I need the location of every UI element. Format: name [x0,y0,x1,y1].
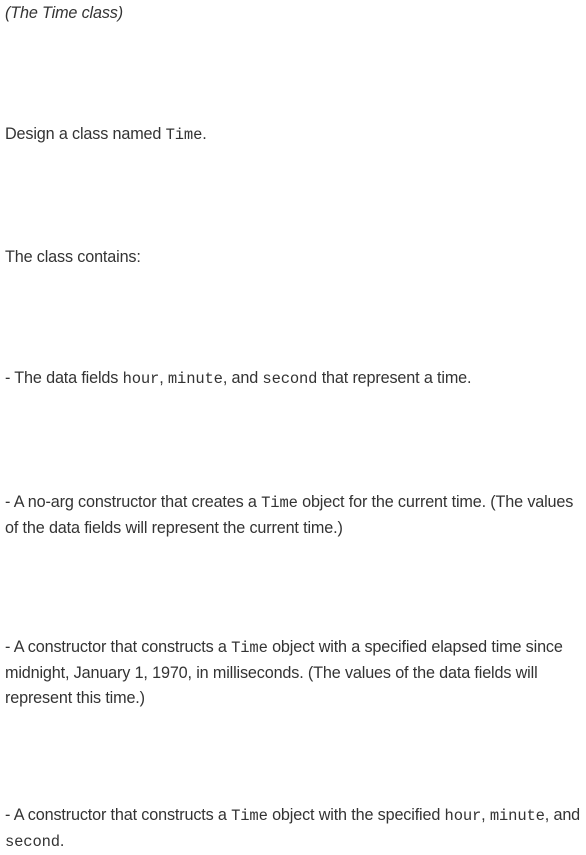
text: Design a class named [5,125,166,143]
text: , [481,806,490,824]
paragraph-no-arg-constructor: - A no-arg constructor that creates a Ti… [5,490,581,541]
code-minute: minute [489,807,545,825]
code-second: second [262,370,318,388]
text: object with the specified [267,806,445,824]
exercise-title: (The Time class) [5,4,123,22]
text: , and [222,369,263,387]
text: . [59,832,65,850]
code-minute: minute [167,370,223,388]
code-time: Time [261,494,298,512]
code-time: Time [231,639,268,657]
text: - A constructor that constructs a [5,638,232,656]
text: , and [544,806,581,824]
text: - A constructor that constructs a [5,806,232,824]
text: - A no-arg constructor that creates a [5,493,262,511]
text: - The data fields [5,369,123,387]
code-second: second [5,833,60,851]
paragraph-design-class: Design a class named Time. [5,122,581,148]
code-hour: hour [122,370,160,388]
text: that represent a time. [317,369,472,387]
paragraph-class-contains: The class contains: [5,248,141,266]
paragraph-elapsed-constructor: - A constructor that constructs a Time o… [5,635,581,711]
paragraph-data-fields: - The data fields hour, minute, and seco… [5,366,581,392]
text: . [202,125,207,143]
code-time: Time [165,126,203,144]
text: , [159,369,168,387]
code-time: Time [231,807,268,825]
paragraph-hms-constructor: - A constructor that constructs a Time o… [5,803,581,855]
code-hour: hour [444,807,482,825]
